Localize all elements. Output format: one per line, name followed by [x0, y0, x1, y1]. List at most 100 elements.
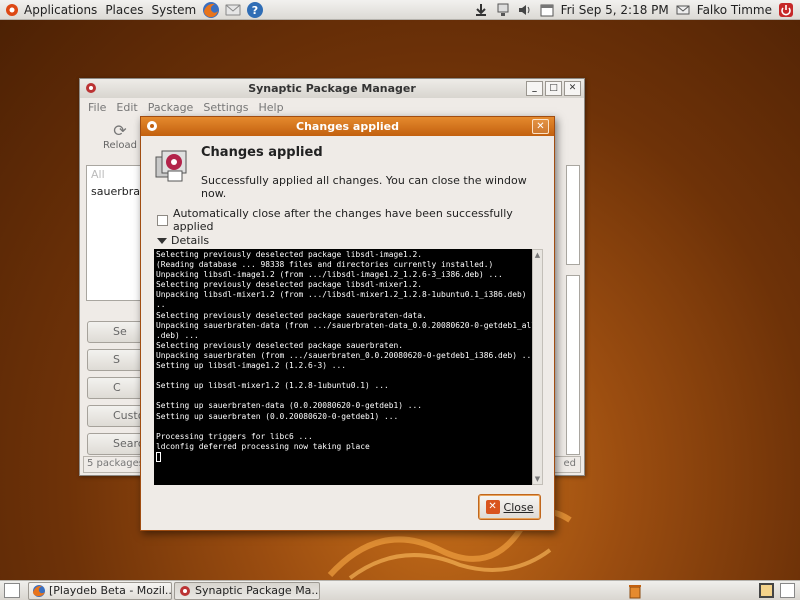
terminal-cursor [156, 451, 161, 462]
synaptic-app-icon [86, 83, 96, 93]
terminal-line: Selecting previously deselected package … [156, 250, 423, 259]
menu-edit[interactable]: Edit [116, 101, 137, 114]
reload-label: Reload [102, 140, 138, 151]
network-icon[interactable] [495, 2, 511, 18]
sections-button[interactable]: Se [87, 321, 147, 343]
maximize-icon[interactable]: □ [545, 81, 562, 96]
bottom-panel: [Playdeb Beta - Mozil... Synaptic Packag… [0, 580, 800, 600]
dialog-message: Successfully applied all changes. You ca… [201, 174, 527, 200]
terminal-line: Setting up libsdl-image1.2 (1.2.6-3) ... [156, 361, 347, 371]
applications-menu-label: Applications [24, 2, 98, 17]
close-button-label: Close [503, 500, 534, 514]
description-pane [566, 275, 580, 455]
details-expander[interactable]: Details [157, 234, 209, 247]
terminal-line: Unpacking sauerbraten (from .../sauerbra… [156, 350, 532, 360]
synaptic-menubar: File Edit Package Settings Help [80, 98, 584, 116]
status-text: 5 packages [87, 458, 144, 469]
applications-menu[interactable]: Applications [0, 0, 101, 20]
list-item[interactable]: sauerbraten [87, 183, 158, 200]
trash-icon[interactable] [628, 583, 642, 599]
clock[interactable]: Fri Sep 5, 2:18 PM [561, 3, 669, 17]
synaptic-app-icon [180, 586, 190, 596]
svg-text:?: ? [252, 4, 258, 17]
package-installed-icon [155, 150, 187, 182]
filter-list: All sauerbraten [86, 165, 158, 301]
menu-help[interactable]: Help [258, 101, 283, 114]
calendar-icon [540, 4, 554, 17]
mail-launcher-icon[interactable] [224, 1, 242, 19]
auto-close-option[interactable]: Automatically close after the changes ha… [157, 207, 554, 233]
terminal-line: Unpacking sauerbraten-data (from .../sau… [156, 320, 532, 330]
taskbar-item-label: Synaptic Package Ma... [195, 584, 320, 597]
system-tray: Fri Sep 5, 2:18 PM Falko Timme [473, 0, 800, 20]
menu-settings[interactable]: Settings [203, 101, 248, 114]
shutdown-icon[interactable] [778, 2, 794, 18]
terminal-line: .. [156, 300, 166, 310]
terminal-scrollbar[interactable]: ▲ ▼ [532, 249, 543, 485]
minimize-icon[interactable]: _ [526, 81, 543, 96]
system-menu[interactable]: System [147, 0, 200, 20]
workspace-2[interactable] [780, 583, 795, 598]
terminal-line: Unpacking libsdl-mixer1.2 (from .../libs… [156, 290, 532, 300]
terminal-line: Selecting previously deselected package … [156, 310, 427, 320]
synaptic-title: Synaptic Package Manager [248, 82, 416, 95]
synaptic-app-icon [147, 121, 157, 131]
terminal-line: Setting up sauerbraten (0.0.20080620-0-g… [156, 411, 399, 421]
menu-file[interactable]: File [88, 101, 106, 114]
auto-close-label: Automatically close after the changes ha… [172, 207, 513, 233]
package-list-scroll[interactable] [566, 165, 580, 265]
firefox-icon [33, 585, 45, 597]
dialog-title: Changes applied [296, 120, 399, 133]
auto-close-checkbox[interactable] [157, 214, 168, 226]
close-button[interactable]: ✕ Close [478, 494, 541, 520]
scroll-down-icon[interactable]: ▼ [533, 474, 542, 484]
close-icon[interactable]: ✕ [532, 119, 549, 134]
terminal-line: Setting up libsdl-mixer1.2 (1.2.8-1ubunt… [156, 381, 389, 391]
origin-button[interactable]: C [87, 377, 147, 399]
terminal-line: ldconfig deferred processing now taking … [156, 441, 370, 451]
system-menu-label: System [151, 2, 197, 17]
menu-package[interactable]: Package [148, 101, 194, 114]
close-icon: ✕ [485, 500, 500, 514]
volume-icon[interactable] [517, 2, 533, 18]
close-icon[interactable]: ✕ [564, 81, 581, 96]
synaptic-titlebar[interactable]: Synaptic Package Manager _ □ ✕ [80, 79, 584, 98]
terminal-line: Setting up sauerbraten-data (0.0.2008062… [156, 401, 423, 411]
terminal-line: (Reading database ... 98338 files and di… [156, 260, 494, 270]
terminal-line: Selecting previously deselected package … [156, 280, 423, 290]
workspace-1[interactable] [759, 583, 774, 598]
places-menu[interactable]: Places [101, 0, 147, 20]
terminal-output[interactable]: Selecting previously deselected package … [154, 249, 532, 485]
terminal-line: Unpacking libsdl-image1.2 (from .../libs… [156, 270, 503, 280]
taskbar-item-label: [Playdeb Beta - Mozil... [49, 584, 172, 597]
details-label: Details [171, 234, 210, 247]
mail-notify-icon[interactable] [675, 2, 691, 18]
status-button[interactable]: S [87, 349, 147, 371]
dialog-titlebar[interactable]: Changes applied ✕ [141, 117, 554, 136]
custom-filters-button[interactable]: Custo [87, 405, 147, 427]
reload-button[interactable]: ⟳ Reload [100, 121, 140, 151]
help-launcher-icon[interactable]: ? [246, 1, 264, 19]
user-name[interactable]: Falko Timme [697, 3, 772, 17]
terminal-line: .deb) ... [156, 330, 199, 340]
dialog-heading: Changes applied [201, 145, 323, 160]
reload-icon: ⟳ [113, 121, 127, 140]
terminal-line: Selecting previously deselected package … [156, 340, 404, 350]
places-menu-label: Places [105, 2, 144, 17]
terminal-line: Processing triggers for libc6 ... [156, 431, 313, 441]
scroll-up-icon[interactable]: ▲ [533, 250, 542, 260]
expander-down-icon [157, 237, 167, 244]
changes-applied-dialog: Changes applied ✕ Changes applied Succes… [140, 116, 555, 531]
top-panel: Applications Places System ? Fri Sep 5, … [0, 0, 800, 20]
taskbar-item-synaptic[interactable]: Synaptic Package Ma... [174, 582, 320, 600]
update-notifier-icon[interactable] [473, 2, 489, 18]
show-desktop-icon[interactable] [4, 583, 20, 598]
list-item[interactable]: All [87, 166, 145, 183]
search-results-button[interactable]: Searc [87, 433, 147, 455]
ubuntu-logo-icon [6, 3, 18, 16]
firefox-launcher-icon[interactable] [202, 1, 220, 19]
taskbar-item-firefox[interactable]: [Playdeb Beta - Mozil... [28, 582, 172, 600]
